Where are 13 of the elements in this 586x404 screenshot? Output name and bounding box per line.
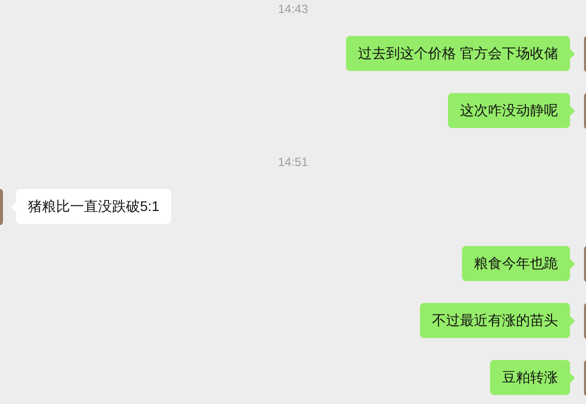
timestamp: 14:43: [278, 2, 308, 16]
timestamp: 14:51: [278, 155, 308, 169]
message-bubble[interactable]: 不过最近有涨的苗头: [420, 303, 570, 338]
bubble-tail: [570, 259, 575, 269]
bubble-tail: [570, 316, 575, 326]
bubble-tail: [570, 49, 575, 59]
message-bubble[interactable]: 过去到这个价格 官方会下场收储: [346, 36, 570, 71]
message-bubble[interactable]: 豆粕转涨: [490, 360, 570, 395]
bubble-tail: [570, 373, 575, 383]
message-bubble[interactable]: 猪粮比一直没跌破5:1: [16, 189, 172, 224]
bubble-tail: [570, 106, 575, 116]
message-bubble[interactable]: 粮食今年也跪: [462, 246, 570, 281]
message-bubble[interactable]: 这次咋没动静呢: [448, 93, 570, 128]
